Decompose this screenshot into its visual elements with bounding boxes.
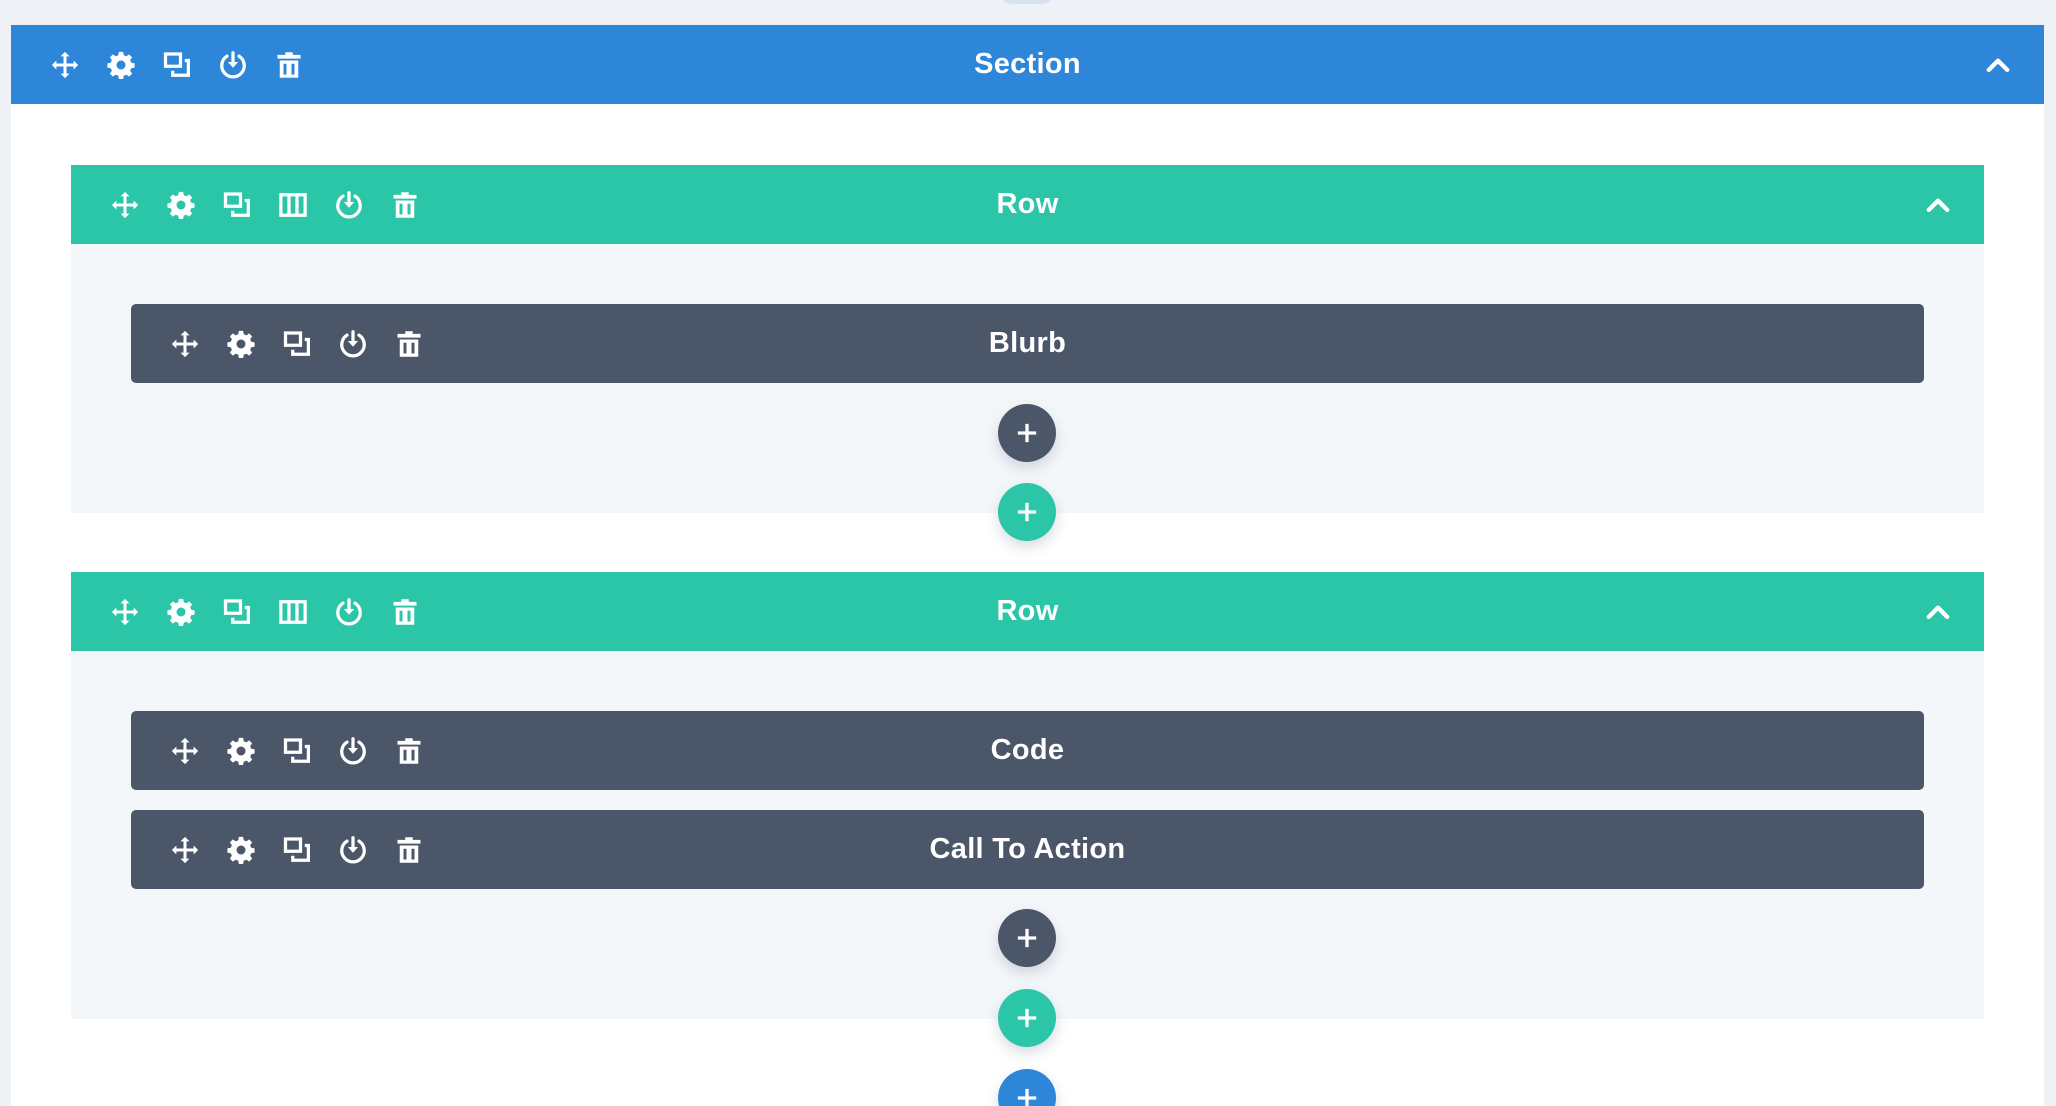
chevron-up-icon[interactable]: [1918, 592, 1958, 632]
save-icon[interactable]: [321, 177, 377, 233]
save-icon[interactable]: [325, 316, 381, 372]
add-module-button[interactable]: [998, 909, 1056, 967]
section-header[interactable]: Section: [11, 25, 2044, 104]
row-header[interactable]: Row: [71, 572, 1984, 651]
add-row-button[interactable]: [998, 989, 1056, 1047]
save-icon[interactable]: [321, 584, 377, 640]
move-icon[interactable]: [97, 584, 153, 640]
add-section-button[interactable]: [998, 1069, 1056, 1106]
duplicate-icon[interactable]: [209, 584, 265, 640]
add-module-button[interactable]: [998, 404, 1056, 462]
module-toolbar: [157, 723, 437, 779]
gear-icon[interactable]: [213, 723, 269, 779]
add-row-button[interactable]: [998, 483, 1056, 541]
duplicate-icon[interactable]: [149, 37, 205, 93]
plus-icon: [1016, 1007, 1038, 1029]
module-code[interactable]: Code: [131, 711, 1924, 790]
plus-icon: [1016, 927, 1038, 949]
module-call-to-action[interactable]: Call To Action: [131, 810, 1924, 889]
duplicate-icon[interactable]: [269, 822, 325, 878]
trash-icon[interactable]: [377, 177, 433, 233]
duplicate-icon[interactable]: [209, 177, 265, 233]
row-toolbar: [97, 177, 433, 233]
section-block: Section Row Blurb Row Code Call To Actio…: [11, 25, 2044, 1106]
move-icon[interactable]: [37, 37, 93, 93]
gear-icon[interactable]: [93, 37, 149, 93]
chevron-up-icon[interactable]: [1918, 185, 1958, 225]
plus-icon: [1016, 501, 1038, 523]
move-icon[interactable]: [157, 316, 213, 372]
builder-canvas: Section Row Blurb Row Code Call To Actio…: [0, 0, 2056, 1106]
duplicate-icon[interactable]: [269, 316, 325, 372]
gear-icon[interactable]: [213, 822, 269, 878]
row-header[interactable]: Row: [71, 165, 1984, 244]
columns-icon[interactable]: [265, 584, 321, 640]
chevron-up-icon[interactable]: [1978, 45, 2018, 85]
move-icon[interactable]: [157, 723, 213, 779]
row-toolbar: [97, 584, 433, 640]
row-block: Row Code Call To Action: [71, 572, 1984, 1019]
section-toolbar: [37, 37, 317, 93]
module-toolbar: [157, 316, 437, 372]
row-block: Row Blurb: [71, 165, 1984, 513]
columns-icon[interactable]: [265, 177, 321, 233]
add-section-button-top[interactable]: [998, 0, 1056, 4]
trash-icon[interactable]: [381, 822, 437, 878]
module-toolbar: [157, 822, 437, 878]
save-icon[interactable]: [325, 822, 381, 878]
trash-icon[interactable]: [261, 37, 317, 93]
move-icon[interactable]: [97, 177, 153, 233]
duplicate-icon[interactable]: [269, 723, 325, 779]
module-blurb[interactable]: Blurb: [131, 304, 1924, 383]
plus-icon: [1016, 422, 1038, 444]
trash-icon[interactable]: [377, 584, 433, 640]
save-icon[interactable]: [325, 723, 381, 779]
move-icon[interactable]: [157, 822, 213, 878]
trash-icon[interactable]: [381, 316, 437, 372]
save-icon[interactable]: [205, 37, 261, 93]
gear-icon[interactable]: [153, 177, 209, 233]
trash-icon[interactable]: [381, 723, 437, 779]
gear-icon[interactable]: [153, 584, 209, 640]
plus-icon: [1016, 1087, 1038, 1106]
gear-icon[interactable]: [213, 316, 269, 372]
